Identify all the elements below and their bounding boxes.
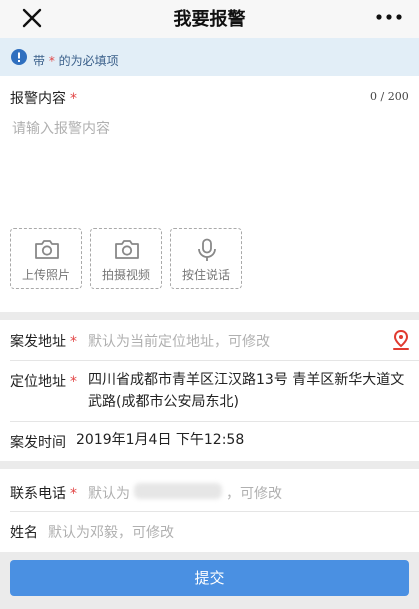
notice-prefix: 带 [33,54,46,68]
located-address-line1: 四川省成都市青羊区江汉路13号 青羊区新华大道文 [88,372,405,388]
notice-suffix: 的为必填项 [58,54,119,68]
char-counter: 0 / 200 [370,90,409,103]
page-title: 我要报警 [173,9,246,30]
located-address-line2: 武路(成都市公安局东北) [88,394,239,410]
divider [10,511,419,512]
incident-address-input[interactable]: 默认为当前定位地址，可修改 [88,331,270,351]
location-pin-icon[interactable] [392,330,410,350]
phone-placeholder-prefix[interactable]: 默认为 [88,483,130,503]
name-label: 姓名 [10,525,38,541]
required-marker: * [70,334,77,350]
redacted-phone-number [134,483,222,499]
incident-time-value[interactable]: 2019年1月4日 下午12:58 [76,429,244,451]
upload-photo-button[interactable]: 上传照片 [10,228,82,289]
required-marker: * [70,486,77,502]
nav-bar: 我要报警 [0,0,419,38]
divider [10,421,419,422]
located-address-label-text: 定位地址 [10,374,66,390]
incident-address-label: 案发地址 * [10,331,77,351]
camera-icon [35,240,59,259]
incident-address-label-text: 案发地址 [10,334,66,350]
divider [10,360,419,361]
upload-photo-label: 上传照片 [21,268,70,282]
more-icon[interactable] [374,10,404,24]
report-content-label: 报警内容 * [10,88,77,108]
hold-to-talk-label: 按住说话 [181,268,230,282]
notice-star: * [48,54,55,68]
hold-to-talk-button[interactable]: 按住说话 [170,228,242,289]
located-address-label: 定位地址 * [10,371,77,391]
required-notice-text: 带 * 的为必填项 [33,52,119,69]
record-video-label: 拍摄视频 [101,268,150,282]
submit-button[interactable]: 提交 [10,560,409,596]
microphone-icon [198,238,216,261]
report-content-textarea[interactable]: 请输入报警内容 [12,118,110,138]
phone-placeholder-suffix[interactable]: ，可修改 [226,483,282,503]
required-marker: * [70,91,77,107]
required-marker: * [70,374,77,390]
camera-icon [115,240,139,259]
name-input[interactable]: 默认为邓毅，可修改 [48,522,174,542]
incident-time-label: 案发时间 [10,435,66,451]
report-content-label-text: 报警内容 [10,91,66,107]
info-icon [11,49,27,65]
phone-label-text: 联系电话 [10,486,66,502]
record-video-button[interactable]: 拍摄视频 [90,228,162,289]
phone-label: 联系电话 * [10,483,77,503]
